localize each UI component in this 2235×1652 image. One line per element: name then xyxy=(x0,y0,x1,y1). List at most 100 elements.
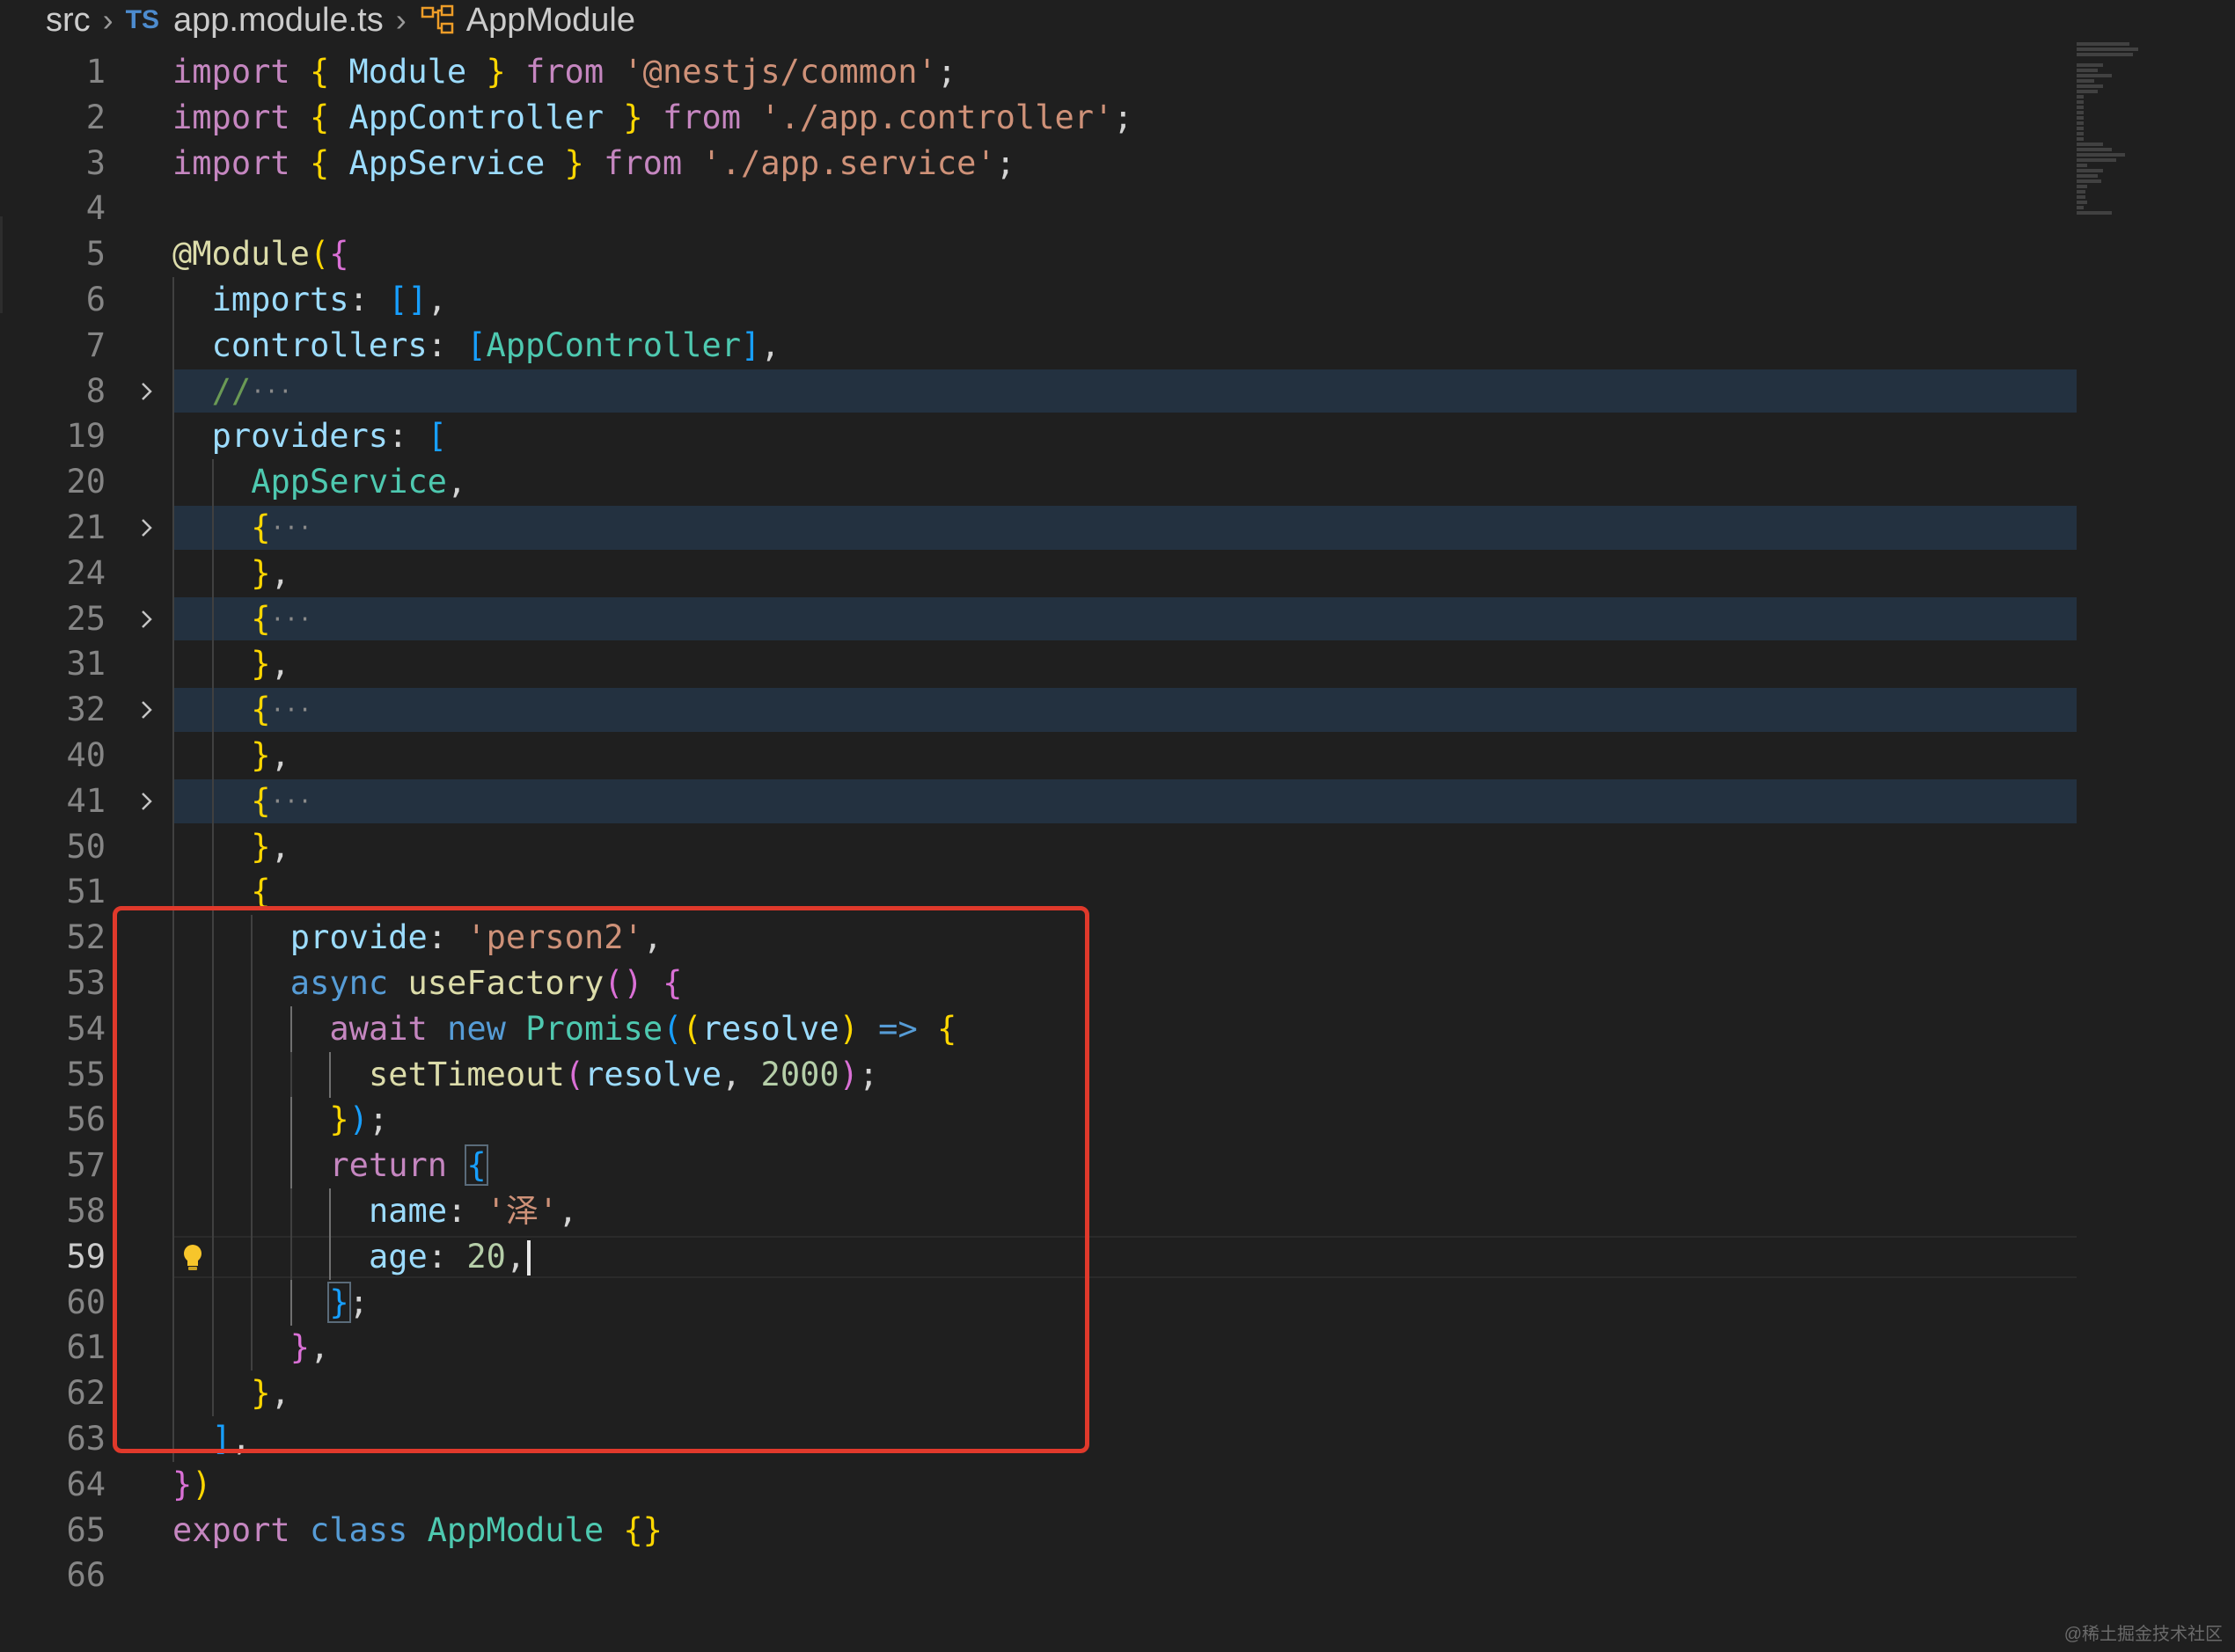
code-line[interactable]: 50}, xyxy=(0,823,2077,870)
code-token: } xyxy=(623,98,643,136)
code-line[interactable]: 57 return { xyxy=(0,1143,2077,1189)
code-line[interactable]: 51 { xyxy=(0,869,2077,916)
code-token: , xyxy=(642,918,663,957)
indent-guide xyxy=(172,504,174,551)
fold-chevron-right-icon[interactable] xyxy=(134,778,160,824)
code-token: ) xyxy=(839,1009,859,1048)
code-line[interactable]: 40}, xyxy=(0,732,2077,778)
minimap-line xyxy=(2077,201,2087,204)
watermark: @稀土掘金技术社区 xyxy=(2063,1625,2223,1644)
code-line[interactable]: 59 age: 20, xyxy=(0,1233,2077,1280)
code-text: return { xyxy=(329,1143,488,1188)
code-token: AppModule xyxy=(427,1510,605,1549)
code-line[interactable]: 5 @Module({ xyxy=(0,231,2077,277)
code-token: ··· xyxy=(270,788,312,815)
code-token: name xyxy=(369,1191,448,1230)
code-line[interactable]: 3 import { AppService } from './app.servi… xyxy=(0,141,2077,186)
line-number: 61 xyxy=(66,1328,106,1367)
code-line[interactable]: 1 import { Module } from '@nestjs/common'… xyxy=(0,49,2077,95)
line-number: 54 xyxy=(66,1009,106,1048)
line-number: 65 xyxy=(66,1510,106,1549)
code-line[interactable]: 65 export class AppModule {} xyxy=(0,1508,2077,1553)
indent-guide xyxy=(211,1051,214,1098)
indent-guide xyxy=(211,1005,214,1052)
code-line[interactable]: 8 //··· xyxy=(0,368,2077,414)
code-text: async useFactory() { xyxy=(290,961,683,1006)
code-line[interactable]: 20 AppService, xyxy=(0,459,2077,506)
minimap-line xyxy=(2077,185,2087,188)
code-line[interactable]: 25 {··· xyxy=(0,596,2077,642)
minimap-line xyxy=(2077,90,2098,93)
line-number: 6 xyxy=(85,280,106,318)
line-number: 24 xyxy=(66,553,106,592)
code-line[interactable]: 41 {··· xyxy=(0,778,2077,824)
minimap-line xyxy=(2077,100,2084,104)
breadcrumb-file[interactable]: TS app.module.ts xyxy=(126,2,384,40)
code-line[interactable]: 63], xyxy=(0,1415,2077,1462)
line-number: 5 xyxy=(85,235,106,274)
line-number: 63 xyxy=(66,1419,106,1458)
code-token: , xyxy=(270,827,290,866)
code-line[interactable]: 64}) xyxy=(0,1462,2077,1508)
code-line[interactable]: 53 async useFactory() { xyxy=(0,960,2077,1006)
code-line[interactable]: 54 await new Promise((resolve) => { xyxy=(0,1005,2077,1052)
code-token: , xyxy=(446,463,467,501)
code-line[interactable]: 56}); xyxy=(0,1097,2077,1144)
code-token: '@nestjs/common' xyxy=(623,53,937,91)
breadcrumb-symbol[interactable]: AppModule xyxy=(419,2,635,40)
fold-chevron-right-icon[interactable] xyxy=(134,596,160,642)
code-token: export xyxy=(172,1510,290,1549)
code-line[interactable]: 60}; xyxy=(0,1279,2077,1326)
code-token: : xyxy=(427,918,467,957)
code-text: providers: [ xyxy=(212,413,447,459)
code-line[interactable]: 55 setTimeout(resolve, 2000); xyxy=(0,1051,2077,1098)
code-line[interactable]: 66 xyxy=(0,1553,2077,1598)
code-token: , xyxy=(270,1374,290,1413)
code-token: { xyxy=(309,143,330,182)
indent-guide xyxy=(251,915,253,961)
fold-chevron-right-icon[interactable] xyxy=(134,505,160,551)
fold-chevron-right-icon[interactable] xyxy=(134,687,160,733)
code-line[interactable]: 62}, xyxy=(0,1371,2077,1417)
code-line[interactable]: 24}, xyxy=(0,550,2077,596)
code-line[interactable]: 61}, xyxy=(0,1325,2077,1371)
code-text: }, xyxy=(251,551,290,596)
code-line[interactable]: 2 import { AppController } from './app.co… xyxy=(0,95,2077,141)
fold-chevron-right-icon[interactable] xyxy=(134,369,160,414)
code-line[interactable]: 6 imports: [], xyxy=(0,276,2077,323)
code-line[interactable]: 4 xyxy=(0,186,2077,231)
code-token: import xyxy=(172,143,290,182)
code-line[interactable]: 19 providers: [ xyxy=(0,413,2077,460)
code-token: ··· xyxy=(270,697,312,724)
line-number: 62 xyxy=(66,1374,106,1413)
code-editor[interactable]: 1 import { Module } from '@nestjs/common'… xyxy=(0,40,2235,1652)
indent-guide xyxy=(172,1415,174,1462)
indent-guide xyxy=(172,1097,174,1144)
indent-guide xyxy=(172,1233,174,1280)
code-token: { xyxy=(309,53,330,91)
code-line[interactable]: 52 provide: 'person2', xyxy=(0,915,2077,961)
code-lines[interactable]: 1 import { Module } from '@nestjs/common'… xyxy=(0,49,2077,1598)
breadcrumb-folder[interactable]: src xyxy=(46,2,91,40)
code-line[interactable]: 21 {··· xyxy=(0,504,2077,551)
line-number: 66 xyxy=(66,1556,106,1595)
code-token: age xyxy=(369,1237,428,1276)
code-line[interactable]: 7 controllers: [AppController], xyxy=(0,322,2077,369)
line-number: 41 xyxy=(66,781,106,820)
code-token: [ xyxy=(466,325,487,364)
indent-guide xyxy=(172,1188,174,1234)
minimap-line xyxy=(2077,158,2116,162)
minimap-line xyxy=(2077,48,2138,51)
minimap-line xyxy=(2077,174,2098,178)
line-number: 57 xyxy=(66,1146,106,1185)
code-line[interactable]: 31}, xyxy=(0,641,2077,688)
code-token: , xyxy=(721,1055,761,1093)
minimap[interactable] xyxy=(2077,40,2235,216)
lightbulb-icon[interactable] xyxy=(178,1243,208,1273)
code-line[interactable]: 58 name: '泽', xyxy=(0,1188,2077,1234)
line-number: 31 xyxy=(66,645,106,683)
code-line[interactable]: 32 {··· xyxy=(0,687,2077,734)
